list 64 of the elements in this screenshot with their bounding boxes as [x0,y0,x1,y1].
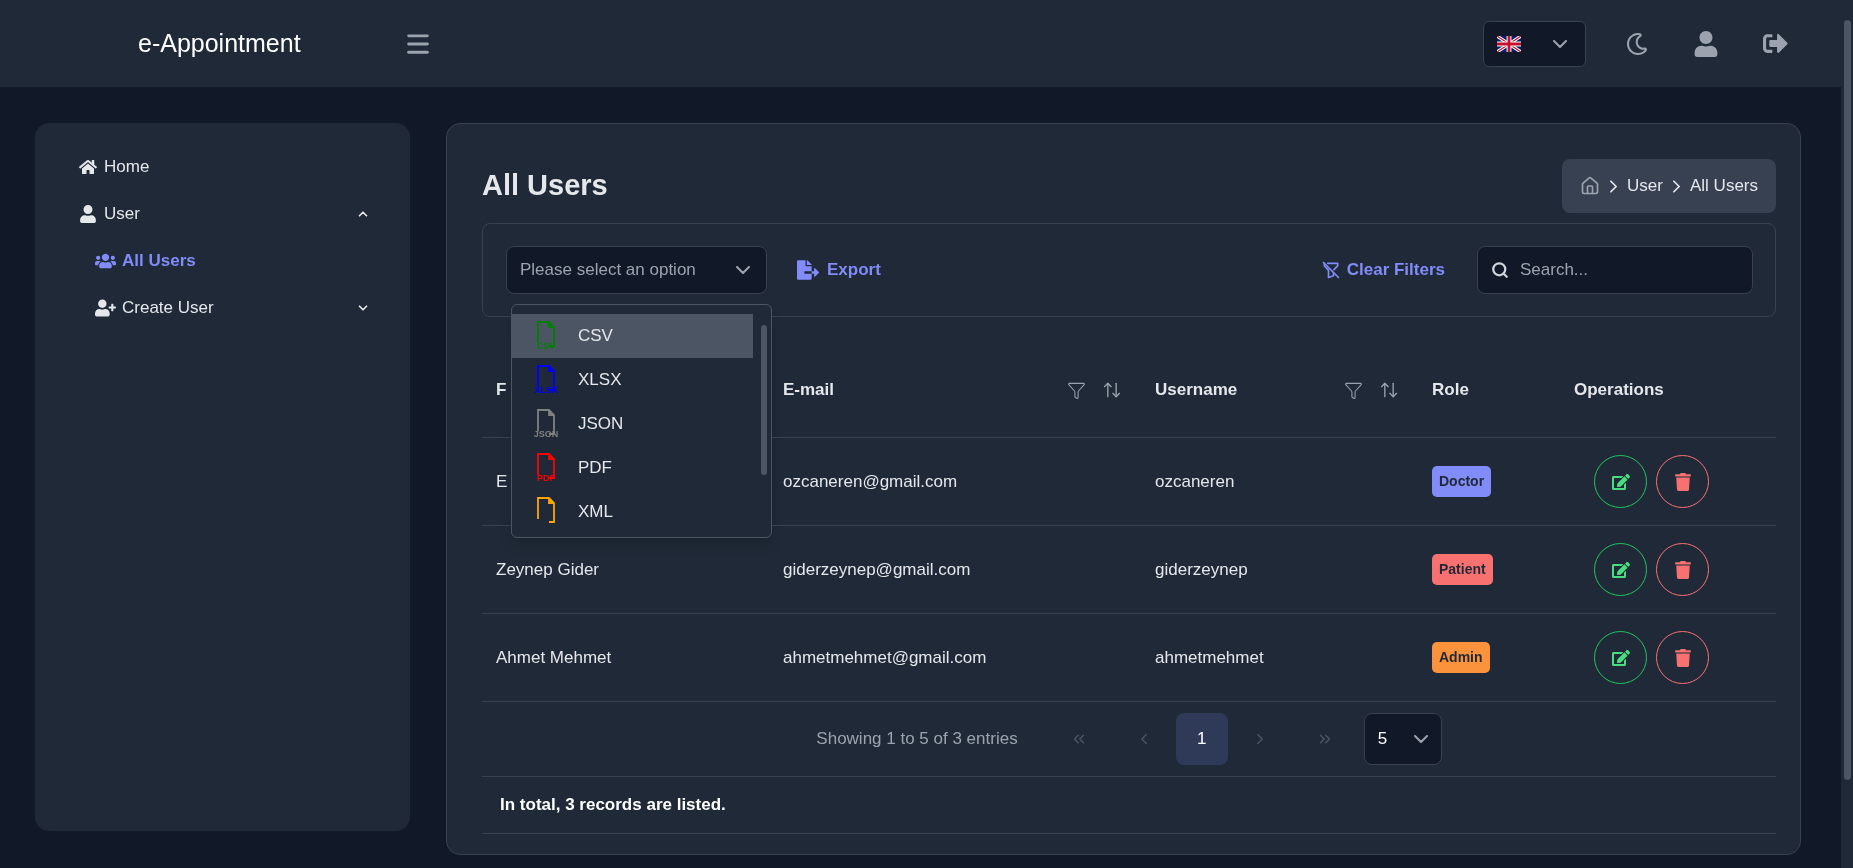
page-size-select[interactable]: 5 [1363,713,1442,765]
home-icon[interactable] [1580,176,1601,196]
breadcrumb-item[interactable]: User [1627,173,1663,199]
brand-title: e-Appointment [138,27,302,59]
export-button[interactable]: Export [797,257,881,283]
home-icon [79,157,97,176]
chevron-down-icon [736,266,750,274]
table-cell: ahmetmehmet@gmail.com [783,647,987,667]
moon-icon[interactable] [1626,31,1648,56]
scrollbar[interactable] [1841,0,1853,868]
page-button[interactable]: 1 [1175,713,1228,765]
column-header: Operations [1574,379,1664,402]
table-cell: Ahmet Mehmet [496,647,612,667]
language-select[interactable] [1483,20,1586,67]
trash-icon [1674,472,1691,491]
column-header: F [496,379,507,402]
table-cell: ahmetmehmet [1155,647,1264,667]
edit-icon [1611,560,1630,579]
column-header: Role [1432,379,1469,402]
sidebar-item[interactable]: Create User [35,284,410,331]
trash-icon [1674,560,1691,579]
edit-icon [1611,648,1630,667]
sidebar-item[interactable]: Home [35,143,410,190]
filter-icon[interactable] [1344,380,1363,400]
column-header: E-mail [783,379,835,402]
trash-icon [1674,648,1691,667]
table-cell: ozcaneren [1155,471,1235,491]
role-badge: Admin [1432,642,1490,673]
table-cell: giderzeynep [1155,559,1248,579]
filter-icon[interactable] [1067,380,1086,400]
sidebar-item[interactable]: All Users [35,237,410,284]
column-header: Username [1155,379,1238,402]
sort-icon[interactable] [1102,380,1122,400]
scrollbar[interactable] [761,325,767,475]
sidebar-item[interactable]: User [35,190,410,237]
user-icon [79,204,97,223]
filter-off-icon [1320,260,1341,280]
user-icon[interactable] [1694,30,1718,57]
clear-filters-button[interactable]: Clear Filters [1320,257,1445,283]
search-icon [1491,261,1509,279]
role-badge: Patient [1432,554,1493,585]
chevron-down-icon [1413,735,1428,743]
uk-flag-icon [1497,35,1521,52]
page-title: All Users [482,168,608,204]
search-field[interactable]: Search... [1477,246,1753,294]
table-cell: E [496,471,508,491]
sort-icon[interactable] [1379,380,1399,400]
pagination-summary: Showing 1 to 5 of 3 entries [816,728,1018,751]
role-badge: Doctor [1432,466,1492,497]
table-cell: giderzeynep@gmail.com [783,559,971,579]
chevron-right-icon [1610,179,1618,193]
table-cell: Zeynep Gider [496,559,599,579]
chevron-right-icon [1673,179,1680,193]
user-plus-icon [95,298,116,317]
export-format-select[interactable]: Please select an option [506,246,767,294]
records-total: In total, 3 records are listed. [500,794,726,817]
users-icon [95,251,116,270]
logout-icon[interactable] [1762,31,1789,56]
edit-icon [1611,472,1630,491]
table-cell: ozcaneren@gmail.com [783,471,958,491]
dropdown-option[interactable]: XML [512,490,753,534]
chevron-down-icon [1553,39,1567,48]
breadcrumb-item[interactable]: All Users [1690,173,1758,199]
file-export-icon [797,260,819,280]
